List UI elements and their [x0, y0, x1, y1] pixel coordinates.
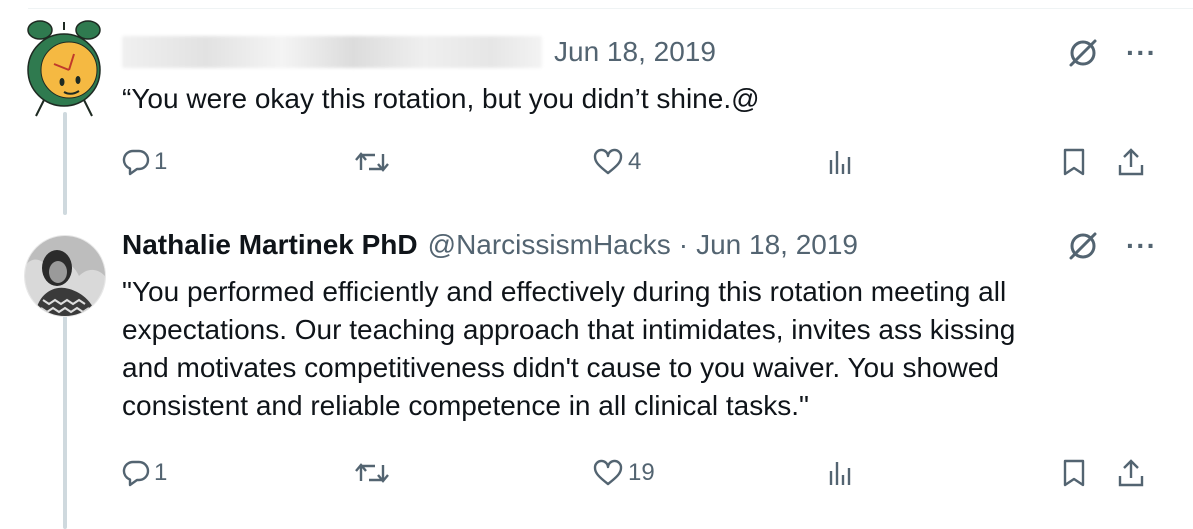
author-handle[interactable]: @NarcissismHacks [428, 227, 671, 263]
author-name[interactable]: Nathalie Martinek PhD [122, 227, 418, 263]
share-button[interactable] [1116, 453, 1146, 493]
tweet-text: "You performed efficiently and effective… [122, 276, 1016, 421]
tweet-header: Nathalie Martinek PhD @NarcissismHacks ·… [122, 227, 1053, 263]
bookmark-button[interactable] [1060, 453, 1088, 493]
like-button[interactable]: 19 [592, 453, 655, 493]
bookmark-icon [1063, 148, 1085, 176]
share-icon [1118, 148, 1144, 176]
reply-count: 1 [154, 148, 168, 175]
thread-line [63, 305, 67, 529]
bookmark-button[interactable] [1060, 142, 1088, 182]
separator-dot: · [678, 229, 689, 260]
tweet-1[interactable]: Jun 18, 2019 ··· “You were okay this rot… [0, 0, 1193, 215]
redacted-author-name [122, 36, 542, 68]
heart-icon [593, 148, 623, 175]
tweet-header: Jun 18, 2019 [122, 34, 1053, 70]
reply-icon [122, 460, 150, 487]
share-button[interactable] [1116, 142, 1146, 182]
reply-button[interactable]: 1 [122, 453, 167, 493]
retweet-button[interactable] [354, 142, 394, 182]
header-icons: ··· [1066, 229, 1157, 263]
retweet-icon [355, 152, 389, 172]
more-icon[interactable]: ··· [1126, 231, 1157, 261]
retweet-icon [355, 463, 389, 483]
heart-icon [593, 459, 623, 486]
more-icon[interactable]: ··· [1126, 38, 1157, 68]
alarm-clock-smiley-icon [27, 20, 101, 117]
views-bar-chart-icon [829, 462, 851, 485]
tweet-2[interactable]: Nathalie Martinek PhD @NarcissismHacks ·… [0, 215, 1193, 529]
thread-line [63, 112, 67, 215]
tweet-date[interactable]: Jun 18, 2019 [554, 34, 716, 70]
tweet-text: “You were okay this rotation, but you di… [122, 83, 760, 114]
like-button[interactable]: 4 [592, 142, 641, 182]
views-bar-chart-icon [829, 151, 851, 174]
action-bar: 1 4 [122, 142, 1159, 182]
tweet-date[interactable]: Jun 18, 2019 [696, 227, 858, 263]
retweet-button[interactable] [354, 453, 394, 493]
bookmark-icon [1063, 459, 1085, 487]
like-count: 19 [628, 459, 655, 486]
profile-photo-avatar [25, 236, 105, 316]
views-button[interactable] [826, 142, 854, 182]
like-count: 4 [628, 148, 642, 175]
action-bar: 1 19 [122, 453, 1159, 493]
avatar[interactable] [24, 235, 106, 317]
grok-icon[interactable] [1066, 36, 1100, 70]
views-button[interactable] [826, 453, 854, 493]
avatar[interactable] [24, 20, 104, 117]
header-icons: ··· [1066, 36, 1157, 70]
share-icon [1118, 459, 1144, 487]
reply-button[interactable]: 1 [122, 142, 167, 182]
reply-icon [122, 149, 150, 176]
reply-count: 1 [154, 459, 168, 486]
grok-icon[interactable] [1066, 229, 1100, 263]
